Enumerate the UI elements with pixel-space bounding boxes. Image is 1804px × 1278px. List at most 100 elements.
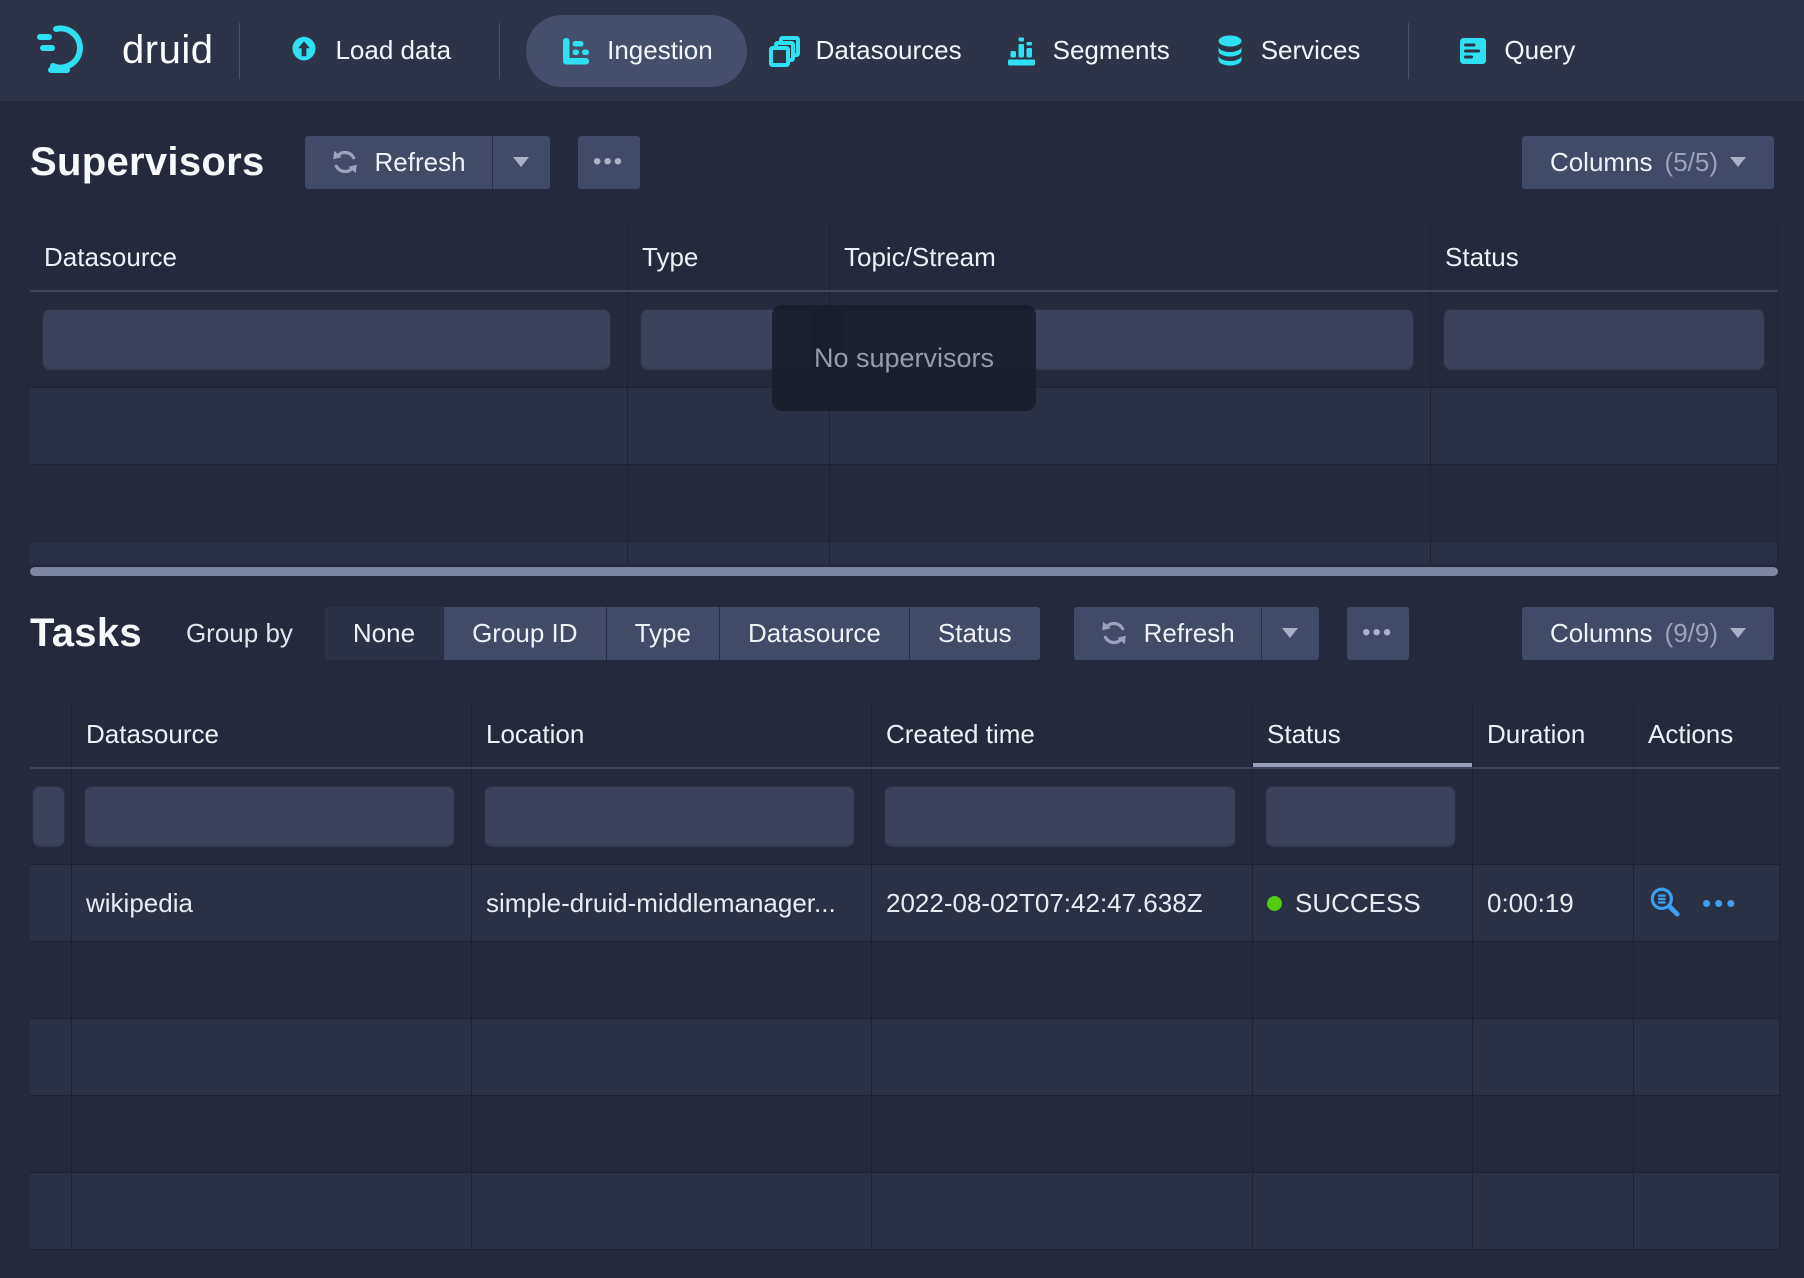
column-header-duration[interactable]: Duration (1473, 702, 1634, 767)
task-actions: ••• (1634, 865, 1780, 941)
nav-label: Datasources (816, 35, 962, 66)
task-row-wikipedia[interactable]: wikipedia simple-druid-middlemanager... … (30, 865, 1780, 942)
empty-cell (30, 465, 628, 541)
column-header-location[interactable]: Location (472, 702, 872, 767)
task-actions-more-button[interactable]: ••• (1702, 888, 1738, 919)
chevron-down-icon (1282, 628, 1298, 638)
datasource-filter-input[interactable] (42, 309, 611, 371)
empty-row (30, 465, 1778, 542)
nav-label: Services (1261, 35, 1361, 66)
gantt-chart-icon (560, 35, 592, 67)
nav-divider (239, 23, 240, 79)
datasource-filter-input[interactable] (84, 786, 455, 848)
database-icon (1214, 34, 1246, 68)
task-location[interactable]: simple-druid-middlemanager... (472, 865, 872, 941)
empty-cell (472, 1096, 872, 1172)
tasks-refresh-interval-button[interactable] (1261, 607, 1319, 660)
empty-row (30, 542, 1778, 564)
group-by-group-id-button[interactable]: Group ID (444, 607, 607, 660)
supervisors-refresh-interval-button[interactable] (492, 136, 550, 189)
column-header-datasource[interactable]: Datasource (72, 702, 472, 767)
nav-divider (499, 23, 500, 79)
task-created-time[interactable]: 2022-08-02T07:42:47.638Z (872, 865, 1253, 941)
nav-segments[interactable]: Segments (984, 15, 1192, 87)
supervisors-header-row: Datasource Type Topic/Stream Status (30, 225, 1778, 292)
sort-indicator (1253, 763, 1472, 767)
empty-cell (1473, 942, 1634, 1018)
empty-cell (1253, 1096, 1473, 1172)
supervisors-columns-button[interactable]: Columns (5/5) (1522, 136, 1774, 189)
nav-load-data[interactable]: Load data (266, 15, 473, 87)
nav-query[interactable]: Query (1435, 15, 1597, 87)
supervisors-table: Datasource Type Topic/Stream Status (30, 225, 1778, 576)
group-by-type-button[interactable]: Type (607, 607, 720, 660)
empty-cell (872, 1173, 1253, 1249)
nav-label: Load data (335, 35, 451, 66)
chevron-down-icon (1730, 157, 1746, 167)
empty-cell (1473, 769, 1634, 864)
tasks-refresh-button[interactable]: Refresh (1074, 607, 1261, 660)
empty-cell (1634, 1096, 1780, 1172)
tasks-columns-button[interactable]: Columns (9/9) (1522, 607, 1774, 660)
task-datasource[interactable]: wikipedia (72, 865, 472, 941)
nav-ingestion[interactable]: Ingestion (526, 15, 747, 87)
empty-cell (872, 1019, 1253, 1095)
column-header-created-time[interactable]: Created time (872, 702, 1253, 767)
nav-datasources[interactable]: Datasources (747, 15, 984, 87)
nav-label: Query (1504, 35, 1575, 66)
gutter-filter-input[interactable] (32, 786, 65, 848)
created-time-filter-input[interactable] (884, 786, 1236, 848)
empty-cell (628, 465, 830, 541)
filter-cell (472, 769, 872, 864)
column-header-status[interactable]: Status (1431, 225, 1778, 290)
location-filter-input[interactable] (484, 786, 855, 848)
empty-cell (30, 1096, 72, 1172)
column-header-topic-stream[interactable]: Topic/Stream (830, 225, 1431, 290)
column-header-actions[interactable]: Actions (1634, 702, 1780, 767)
supervisors-section: Supervisors Refresh (0, 131, 1804, 576)
empty-cell (472, 1019, 872, 1095)
tasks-more-button[interactable]: ••• (1347, 607, 1409, 660)
empty-cell (30, 942, 72, 1018)
empty-cell (472, 942, 872, 1018)
more-icon: ••• (593, 148, 624, 176)
task-status[interactable]: SUCCESS (1253, 865, 1473, 941)
tasks-header-row: Datasource Location Created time Status … (30, 702, 1780, 769)
empty-cell (1253, 1019, 1473, 1095)
tasks-toolbar: Tasks Group by None Group ID Type Dataso… (0, 602, 1804, 664)
console-document-icon (1457, 35, 1489, 67)
success-status-dot-icon (1267, 896, 1282, 911)
empty-cell (1634, 1019, 1780, 1095)
group-by-status-button[interactable]: Status (910, 607, 1040, 660)
column-header-gutter (30, 702, 72, 767)
chevron-down-icon (513, 157, 529, 167)
tasks-refresh-split: Refresh (1074, 607, 1319, 660)
nav-label: Segments (1053, 35, 1170, 66)
nav-services[interactable]: Services (1192, 15, 1383, 87)
status-filter-input[interactable] (1265, 786, 1456, 848)
empty-cell (1431, 388, 1778, 464)
tasks-filter-row (30, 769, 1780, 865)
top-navbar: druid Load data (0, 0, 1804, 101)
tasks-table: Datasource Location Created time Status … (30, 702, 1780, 1250)
horizontal-scrollbar[interactable] (30, 567, 1778, 576)
group-by-segmented-control: None Group ID Type Datasource Status (325, 607, 1040, 660)
more-icon: ••• (1362, 619, 1393, 647)
group-by-none-button[interactable]: None (325, 607, 444, 660)
brand[interactable]: druid (36, 22, 213, 79)
empty-cell (72, 1019, 472, 1095)
empty-cell (72, 1173, 472, 1249)
refresh-icon (331, 148, 359, 176)
group-by-datasource-button[interactable]: Datasource (720, 607, 910, 660)
empty-cell (1634, 769, 1780, 864)
supervisors-refresh-button[interactable]: Refresh (305, 136, 492, 189)
status-filter-input[interactable] (1443, 309, 1765, 371)
column-header-status-sorted[interactable]: Status (1253, 702, 1473, 767)
task-duration[interactable]: 0:00:19 (1473, 865, 1634, 941)
refresh-label: Refresh (1144, 618, 1235, 649)
column-header-datasource[interactable]: Datasource (30, 225, 628, 290)
supervisors-more-button[interactable]: ••• (578, 136, 640, 189)
supervisors-title: Supervisors (30, 140, 265, 185)
column-header-type[interactable]: Type (628, 225, 830, 290)
task-details-button[interactable] (1648, 885, 1682, 922)
